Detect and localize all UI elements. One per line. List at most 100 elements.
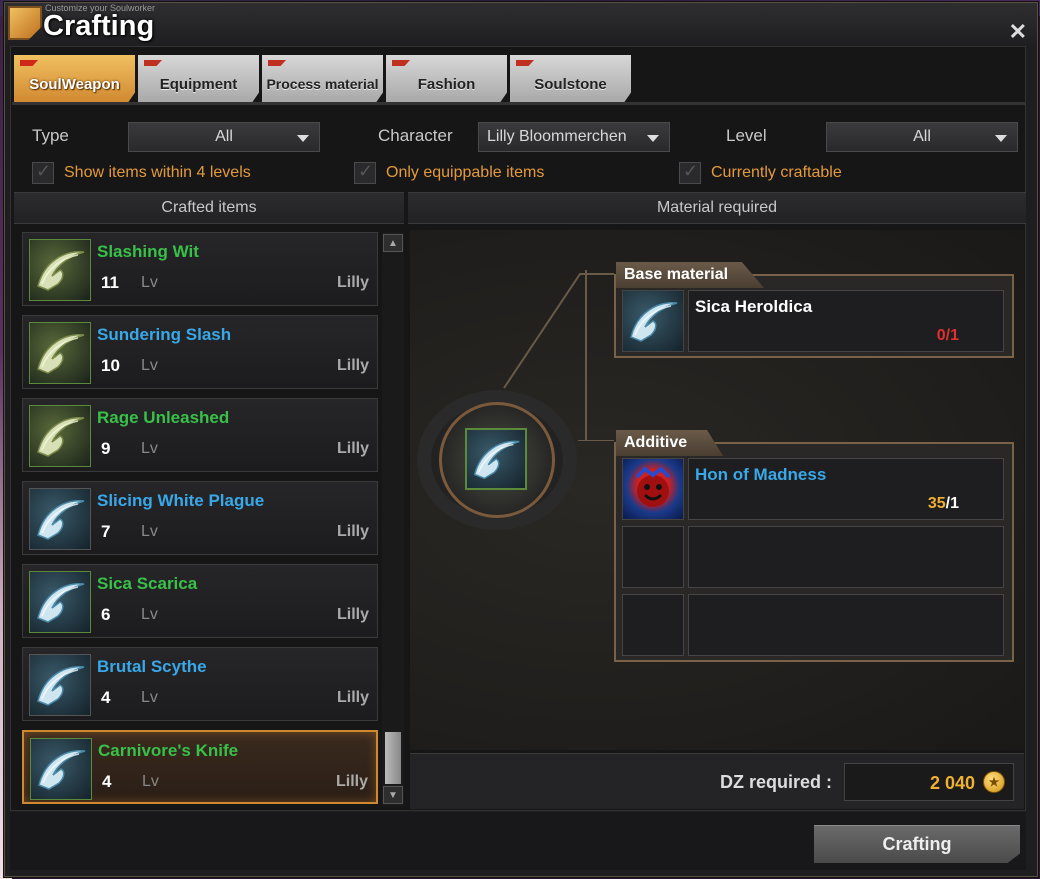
- material-count: 35/1: [928, 495, 959, 513]
- list-item[interactable]: Brutal Scythe 4 Lv Lilly: [22, 647, 378, 721]
- empty-slot-icon: [622, 594, 684, 656]
- item-name: Brutal Scythe: [97, 657, 207, 676]
- type-label: Type: [32, 126, 69, 145]
- item-level: 11: [101, 273, 119, 292]
- item-owner: Lilly: [336, 523, 369, 540]
- dz-value: 2 040: [929, 773, 975, 793]
- base-material-title: Base material: [616, 262, 765, 288]
- item-level-suffix: Lv: [141, 606, 158, 623]
- close-icon[interactable]: ✕: [1009, 19, 1027, 45]
- list-item[interactable]: Slicing White Plague 7 Lv Lilly: [22, 481, 378, 555]
- list-item[interactable]: Sundering Slash 10 Lv Lilly: [22, 315, 378, 389]
- character-label: Character: [378, 126, 453, 145]
- item-level-suffix: Lv: [141, 689, 158, 706]
- item-level: 9: [101, 439, 111, 458]
- item-level-suffix: Lv: [141, 274, 158, 291]
- level-select[interactable]: All: [826, 122, 1018, 152]
- type-select[interactable]: All: [128, 122, 320, 152]
- dz-value-box: 2 040 ★: [844, 763, 1014, 801]
- list-item[interactable]: Rage Unleashed 9 Lv Lilly: [22, 398, 378, 472]
- scythe-icon: [29, 405, 91, 467]
- tab-process-material[interactable]: Process material: [262, 55, 383, 103]
- material-required-header: Material required: [408, 192, 1026, 224]
- list-item[interactable]: Slashing Wit 11 Lv Lilly: [22, 232, 378, 306]
- material-name: Sica Heroldica: [695, 297, 813, 316]
- connector-line: [585, 270, 587, 440]
- dz-required-bar: DZ required : 2 040 ★: [410, 753, 1024, 809]
- empty-slot-info: [688, 594, 1004, 656]
- craft-result-slot: [417, 390, 577, 530]
- flag-icon: [144, 60, 162, 66]
- list-scrollbar[interactable]: ▲ ▼: [382, 232, 404, 806]
- item-level-suffix: Lv: [141, 440, 158, 457]
- tab-label: SoulWeapon: [29, 75, 120, 93]
- material-have: 35: [927, 495, 946, 512]
- item-level: 6: [101, 605, 111, 624]
- item-level-suffix: Lv: [142, 773, 159, 790]
- level-select-value: All: [913, 128, 931, 145]
- tab-label: Fashion: [417, 75, 476, 93]
- item-level: 7: [101, 522, 111, 541]
- scythe-icon: [29, 488, 91, 550]
- item-owner: Lilly: [336, 606, 369, 623]
- item-owner: Lilly: [336, 357, 369, 374]
- item-name: Slashing Wit: [97, 242, 199, 261]
- tab-label: Soulstone: [534, 75, 607, 93]
- coin-icon: ★: [983, 771, 1005, 793]
- material-need: /1: [945, 327, 959, 344]
- checkbox-row: Show items within 4 levels Only equippab…: [14, 158, 1024, 190]
- additive-slot-empty[interactable]: [622, 594, 1004, 656]
- scroll-up-icon[interactable]: ▲: [383, 234, 403, 252]
- tab-fashion[interactable]: Fashion: [386, 55, 507, 103]
- crafting-button[interactable]: Crafting: [814, 825, 1020, 863]
- list-item-selected[interactable]: Carnivore's Knife 4 Lv Lilly: [22, 730, 378, 804]
- additive-title: Additive: [616, 430, 724, 456]
- tab-soulweapon[interactable]: SoulWeapon: [14, 55, 135, 103]
- base-material-slot[interactable]: Sica Heroldica 0/1: [622, 290, 1004, 352]
- tab-soulstone[interactable]: Soulstone: [510, 55, 631, 103]
- empty-slot-icon: [622, 526, 684, 588]
- item-level: 4: [102, 772, 112, 791]
- scythe-icon: [29, 571, 91, 633]
- tab-bar: SoulWeapon Equipment Process material Fa…: [14, 55, 631, 103]
- equippable-checkbox[interactable]: Only equippable items: [354, 161, 544, 184]
- base-material-section: Base material Sica Heroldica 0/1: [614, 262, 1014, 358]
- material-name: Hon of Madness: [695, 465, 827, 484]
- item-name: Sica Scarica: [97, 574, 198, 593]
- additive-slot-empty[interactable]: [622, 526, 1004, 588]
- character-select[interactable]: Lilly Bloommerchen: [478, 122, 670, 152]
- list-item[interactable]: Sica Scarica 6 Lv Lilly: [22, 564, 378, 638]
- craftable-checkbox[interactable]: Currently craftable: [679, 161, 842, 184]
- item-owner: Lilly: [335, 773, 368, 790]
- item-level: 4: [101, 688, 111, 707]
- jester-mask-icon: [622, 458, 684, 520]
- flag-icon: [516, 60, 534, 66]
- additive-slot[interactable]: Hon of Madness 35/1: [622, 458, 1004, 520]
- additive-info: Hon of Madness 35/1: [688, 458, 1004, 520]
- crafted-items-list: Slashing Wit 11 Lv Lilly Sundering Slash…: [18, 228, 380, 808]
- within-levels-checkbox[interactable]: Show items within 4 levels: [32, 161, 251, 184]
- item-owner: Lilly: [336, 689, 369, 706]
- scythe-icon: [29, 654, 91, 716]
- scythe-icon: [29, 322, 91, 384]
- item-level-suffix: Lv: [141, 523, 158, 540]
- scroll-thumb[interactable]: [385, 732, 401, 784]
- scroll-down-icon[interactable]: ▼: [383, 786, 403, 804]
- dz-label: DZ required :: [720, 772, 833, 792]
- flag-icon: [392, 60, 410, 66]
- scythe-icon: [29, 239, 91, 301]
- scythe-icon[interactable]: [465, 428, 527, 490]
- character-select-value: Lilly Bloommerchen: [487, 128, 627, 145]
- window-title: Crafting: [43, 10, 155, 42]
- title-bar: Customize your Soulworker Crafting ✕: [5, 3, 1037, 47]
- material-need: /1: [945, 495, 959, 512]
- scythe-icon: [30, 738, 92, 800]
- item-owner: Lilly: [336, 440, 369, 457]
- flag-icon: [20, 60, 38, 66]
- type-select-value: All: [215, 128, 233, 145]
- material-have: 0: [936, 327, 946, 344]
- item-level-suffix: Lv: [141, 357, 158, 374]
- tab-label: Equipment: [159, 75, 238, 93]
- tab-equipment[interactable]: Equipment: [138, 55, 259, 103]
- empty-slot-info: [688, 526, 1004, 588]
